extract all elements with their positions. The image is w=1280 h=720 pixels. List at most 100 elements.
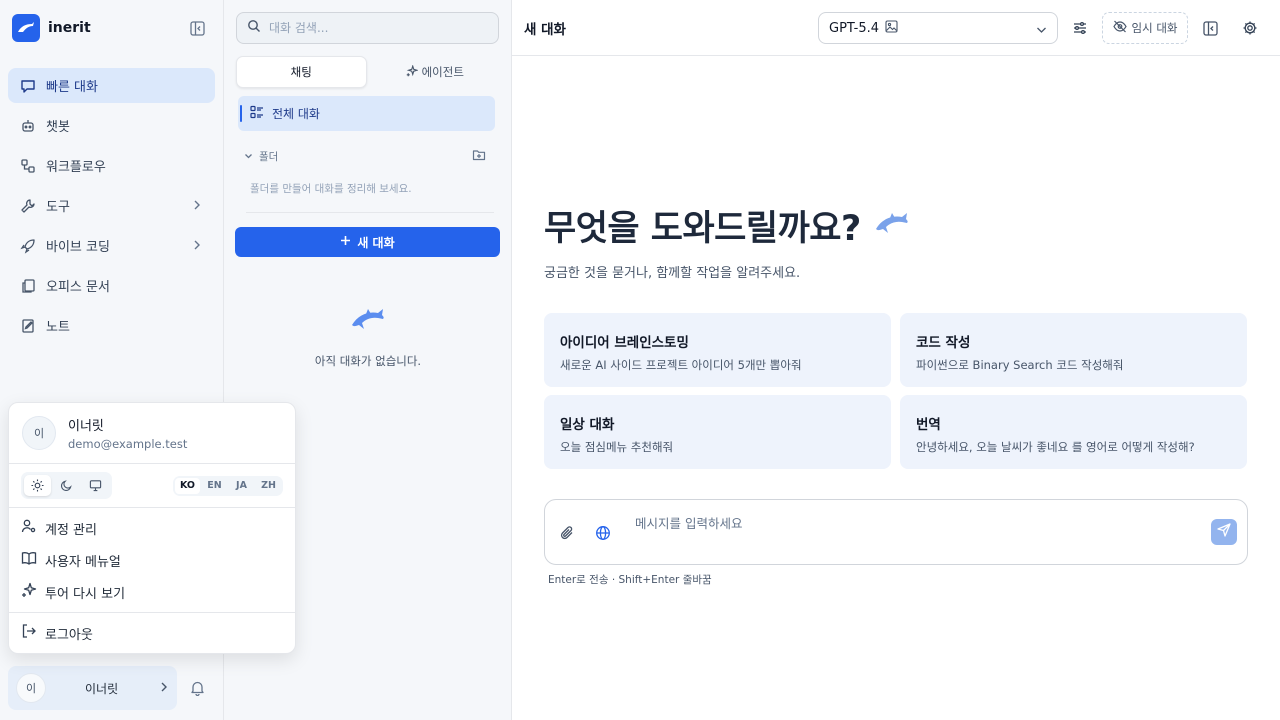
suggestion-card[interactable]: 코드 작성 파이썬으로 Binary Search 코드 작성해줘 bbox=[900, 313, 1247, 387]
suggestion-desc: 오늘 점심메뉴 추천해줘 bbox=[560, 440, 674, 454]
suggestion-desc: 안녕하세요, 오늘 날씨가 좋네요 를 영어로 어떻게 작성해? bbox=[916, 440, 1195, 454]
sidebar-nav: 빠른 대화 챗봇 워크플로우 도구 바이브 코딩 오피스 문서 노트 bbox=[8, 68, 215, 348]
sparkles-icon bbox=[406, 63, 419, 80]
menu-item-label: 투어 다시 보기 bbox=[45, 586, 126, 602]
hero-title-text: 무엇을 도와드릴까요? bbox=[544, 209, 861, 249]
sidebar-item-tools[interactable]: 도구 bbox=[8, 188, 215, 223]
avatar: 이 bbox=[16, 673, 46, 703]
tab-agent[interactable]: 에이전트 bbox=[371, 56, 500, 88]
suggestion-card[interactable]: 일상 대화 오늘 점심메뉴 추천해줘 bbox=[544, 395, 891, 469]
suggestion-desc: 새로운 AI 사이드 프로젝트 아이디어 5개만 뽑아줘 bbox=[560, 358, 802, 372]
sidebar-item-quick-chat[interactable]: 빠른 대화 bbox=[8, 68, 215, 103]
empty-state-text: 아직 대화가 없습니다. bbox=[314, 354, 422, 368]
user-name: 이너릿 bbox=[68, 419, 104, 434]
chevron-right-icon bbox=[193, 199, 201, 215]
main-area: 새 대화 GPT-5.4 임시 대화 무엇을 도와드릴까요? 궁금한 것을 묻거… bbox=[512, 0, 1280, 720]
sliders-icon[interactable] bbox=[1069, 17, 1091, 39]
theme-switcher bbox=[21, 472, 112, 499]
rocket-icon bbox=[20, 238, 36, 254]
brand[interactable]: inerit bbox=[12, 14, 91, 42]
suggestion-card[interactable]: 번역 안녕하세요, 오늘 날씨가 좋네요 를 영어로 어떻게 작성해? bbox=[900, 395, 1247, 469]
bot-icon bbox=[20, 118, 36, 134]
composer-hint: Enter로 전송 · Shift+Enter 줄바꿈 bbox=[548, 574, 712, 586]
popup-user-info: 이 이너릿 demo@example.test bbox=[9, 403, 295, 464]
page-title: 새 대화 bbox=[524, 22, 566, 38]
lang-ja[interactable]: JA bbox=[229, 478, 254, 494]
topbar: 새 대화 GPT-5.4 임시 대화 bbox=[512, 0, 1280, 56]
language-switcher: KO EN JA ZH bbox=[173, 475, 283, 496]
sidebar-item-chatbot[interactable]: 챗봇 bbox=[8, 108, 215, 143]
folder-add-icon[interactable] bbox=[472, 148, 486, 166]
hero-subtitle: 궁금한 것을 묻거나, 함께할 작업을 알려주세요. bbox=[544, 266, 801, 281]
lang-zh[interactable]: ZH bbox=[256, 478, 281, 494]
lang-en[interactable]: EN bbox=[202, 478, 227, 494]
lang-ko[interactable]: KO bbox=[175, 477, 200, 494]
suggestion-title: 일상 대화 bbox=[560, 417, 615, 433]
sidebar-item-notes[interactable]: 노트 bbox=[8, 308, 215, 343]
suggestion-title: 코드 작성 bbox=[916, 335, 971, 351]
search-icon bbox=[247, 19, 261, 37]
eye-off-icon bbox=[1112, 20, 1127, 36]
sidebar-item-label: 노트 bbox=[46, 320, 70, 335]
bell-icon[interactable] bbox=[186, 677, 208, 699]
logout-icon bbox=[21, 623, 37, 643]
send-icon bbox=[1217, 523, 1231, 541]
search-box[interactable] bbox=[236, 12, 499, 44]
conversation-tabs: 채팅 에이전트 bbox=[236, 56, 499, 88]
user-menu-trigger[interactable]: 이 이너릿 bbox=[8, 666, 177, 710]
folder-section-toggle[interactable]: 폴더 bbox=[244, 149, 489, 164]
workflow-icon bbox=[20, 158, 36, 174]
send-button[interactable] bbox=[1211, 519, 1237, 545]
sidebar-item-label: 챗봇 bbox=[46, 120, 70, 135]
wrench-icon bbox=[20, 198, 36, 214]
sidebar-item-label: 도구 bbox=[46, 200, 70, 215]
tab-label: 채팅 bbox=[290, 65, 312, 79]
model-select[interactable]: GPT-5.4 bbox=[818, 12, 1058, 44]
temporary-chat-button[interactable]: 임시 대화 bbox=[1102, 12, 1188, 44]
sidebar-item-vibe-coding[interactable]: 바이브 코딩 bbox=[8, 228, 215, 263]
folder-hint: 폴더를 만들어 대화를 정리해 보세요. bbox=[250, 183, 412, 195]
list-icon bbox=[250, 105, 264, 122]
globe-icon[interactable] bbox=[592, 522, 614, 544]
sidebar-item-office-docs[interactable]: 오피스 문서 bbox=[8, 268, 215, 303]
folder-label: 폴더 bbox=[259, 151, 279, 163]
message-input[interactable] bbox=[635, 513, 1195, 553]
gear-icon[interactable] bbox=[1239, 17, 1261, 39]
logout-button[interactable]: 로그아웃 bbox=[9, 613, 295, 653]
search-input[interactable] bbox=[269, 21, 469, 35]
chat-bubble-icon bbox=[20, 78, 36, 94]
menu-item-manual[interactable]: 사용자 메뉴얼 bbox=[9, 544, 295, 576]
sidebar-item-label: 바이브 코딩 bbox=[46, 240, 110, 255]
image-icon bbox=[885, 19, 898, 37]
new-chat-label: 새 대화 bbox=[357, 235, 395, 250]
user-email: demo@example.test bbox=[68, 437, 188, 451]
sidebar-item-workflow[interactable]: 워크플로우 bbox=[8, 148, 215, 183]
plus-icon bbox=[340, 235, 351, 249]
all-conversations-item[interactable]: 전체 대화 bbox=[238, 96, 495, 131]
suggestion-title: 번역 bbox=[916, 417, 941, 433]
all-conversations-label: 전체 대화 bbox=[272, 107, 320, 121]
paperclip-icon[interactable] bbox=[556, 522, 578, 544]
brand-name: inerit bbox=[48, 20, 91, 36]
panel-toggle-icon[interactable] bbox=[1199, 17, 1221, 39]
menu-item-account[interactable]: 계정 관리 bbox=[9, 512, 295, 544]
notebook-icon bbox=[20, 318, 36, 334]
menu-item-label: 사용자 메뉴얼 bbox=[45, 554, 121, 570]
model-name: GPT-5.4 bbox=[829, 20, 880, 36]
suggestion-title: 아이디어 브레인스토밍 bbox=[560, 335, 689, 351]
tab-chat[interactable]: 채팅 bbox=[236, 56, 367, 88]
user-popup-menu: 이 이너릿 demo@example.test KO EN JA ZH 계정 관… bbox=[8, 402, 296, 654]
hero-title: 무엇을 도와드릴까요? bbox=[544, 200, 911, 251]
sidebar-item-label: 빠른 대화 bbox=[46, 80, 98, 95]
moon-icon[interactable] bbox=[53, 475, 80, 496]
brand-logo-icon bbox=[12, 14, 40, 42]
menu-item-tour[interactable]: 투어 다시 보기 bbox=[9, 576, 295, 608]
logout-label: 로그아웃 bbox=[45, 627, 93, 643]
monitor-icon[interactable] bbox=[82, 475, 109, 496]
new-chat-button[interactable]: 새 대화 bbox=[235, 227, 500, 257]
avatar: 이 bbox=[22, 416, 56, 450]
suggestion-card[interactable]: 아이디어 브레인스토밍 새로운 AI 사이드 프로젝트 아이디어 5개만 뽑아줘 bbox=[544, 313, 891, 387]
collapse-sidebar-icon[interactable] bbox=[186, 17, 208, 39]
sun-icon[interactable] bbox=[24, 475, 51, 496]
sidebar-item-label: 워크플로우 bbox=[46, 160, 106, 175]
